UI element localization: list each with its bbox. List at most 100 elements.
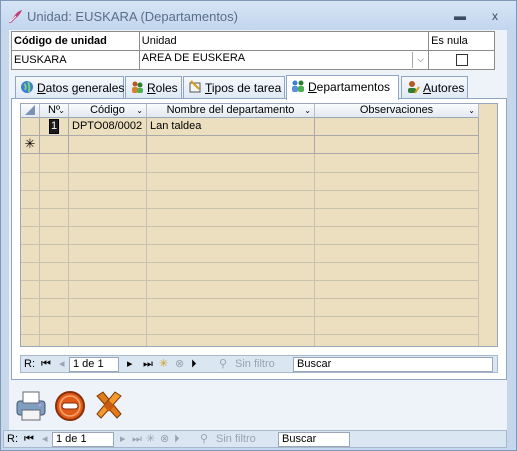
tools-icon <box>96 391 122 419</box>
search-input[interactable]: Buscar <box>278 432 350 447</box>
col-header-code[interactable]: Código ⌄ <box>69 104 147 118</box>
is-null-checkbox[interactable] <box>455 54 468 67</box>
sort-icon: ⌄ <box>304 106 311 115</box>
remove-button[interactable] <box>52 388 88 424</box>
departments-panel: Nº ⌄ Código ⌄ Nombre del departamento ⌄ Obs… <box>11 98 507 380</box>
row-num-value: 1 <box>48 119 60 134</box>
title-bar[interactable]: Unidad: EUSKARA (Departamentos) ▬ x <box>1 1 516 30</box>
new-row-cell[interactable] <box>147 136 315 154</box>
print-button[interactable] <box>13 388 49 424</box>
filter-label[interactable]: Sin filtro <box>235 356 275 372</box>
table-row-notes[interactable] <box>315 118 479 136</box>
tab-label: Tipos de tarea <box>205 81 282 95</box>
select-all-corner[interactable] <box>21 104 40 118</box>
col-header-label: Nombre del departamento <box>166 104 295 116</box>
unit-select[interactable]: AREA DE EUSKERA ⌵ <box>138 50 430 70</box>
first-record-icon[interactable]: ⏮ <box>24 431 34 447</box>
quill-icon <box>9 10 22 23</box>
grid-line <box>21 172 479 173</box>
delete-record-icon[interactable]: ⊗ <box>160 431 169 447</box>
departments-icon <box>292 80 304 92</box>
chevron-down-icon[interactable]: ⌵ <box>412 52 428 68</box>
form-record-navigator: R: ⏮ ◂ 1 de 1 ▸ ⏭ ✳ ⊗ ⏵ ⚲ Sin filtro Bus… <box>3 430 507 448</box>
minimize-button[interactable]: ▬ <box>447 7 473 25</box>
col-header-name[interactable]: Nombre del departamento ⌄ <box>147 104 315 118</box>
tab-label: Autores <box>423 81 465 95</box>
table-row-num[interactable]: 1 <box>40 118 69 136</box>
grid-line <box>21 334 479 335</box>
first-record-icon[interactable]: ⏮ <box>41 356 51 372</box>
tools-button[interactable] <box>91 388 127 424</box>
tab-label: Roles <box>147 81 178 95</box>
new-record-icon[interactable]: ✳ <box>146 431 155 447</box>
prev-record-icon[interactable]: ◂ <box>42 431 48 447</box>
filter-label[interactable]: Sin filtro <box>216 431 256 447</box>
tab-label: Departamentos <box>308 80 391 94</box>
tab-label: Datos generales <box>37 81 125 95</box>
table-row-code[interactable]: DPTO08/0002 <box>69 118 147 136</box>
row-selector[interactable] <box>21 118 40 136</box>
unit-select-value: AREA DE EUSKERA <box>141 52 246 64</box>
grid-line <box>21 298 479 299</box>
sort-icon: ⌄ <box>468 106 475 115</box>
tab-roles[interactable]: Roles <box>125 76 182 98</box>
grid-line <box>21 244 479 245</box>
unit-code-field[interactable]: EUSKARA <box>11 50 140 70</box>
tab-tipos-de-tarea[interactable]: Tipos de tarea <box>183 76 285 98</box>
grid-line <box>21 208 479 209</box>
col-unit-header: Unidad <box>138 31 430 51</box>
author-icon <box>408 81 420 94</box>
col-null-header: Es nula <box>428 31 495 51</box>
app-window: Unidad: EUSKARA (Departamentos) ▬ x Códi… <box>0 0 517 451</box>
tab-datos-generales[interactable]: Datos generales <box>15 76 124 98</box>
tab-departamentos[interactable]: Departamentos <box>286 75 399 100</box>
grid-line <box>21 280 479 281</box>
col-header-label: Observaciones <box>359 104 434 116</box>
globe-icon <box>21 81 33 93</box>
grid-record-navigator: R: ⏮ ◂ 1 de 1 ▸ ⏭ ✳ ⊗ ⏵ ⚲ Sin filtro Bus… <box>20 355 498 373</box>
printer-icon <box>16 391 46 421</box>
departments-grid: Nº ⌄ Código ⌄ Nombre del departamento ⌄ Obs… <box>20 103 498 347</box>
grid-line <box>21 190 479 191</box>
record-position-field[interactable]: 1 de 1 <box>69 357 119 372</box>
delete-record-icon[interactable]: ⊗ <box>175 356 184 372</box>
grid-line <box>21 316 479 317</box>
next-record-icon[interactable]: ▸ <box>127 356 133 372</box>
people-icon <box>132 81 143 93</box>
grid-line <box>21 262 479 263</box>
next-record-icon[interactable]: ▸ <box>120 431 126 447</box>
tab-strip: Datos generales Roles Tipos de tarea Dep… <box>15 75 505 100</box>
tab-autores[interactable]: Autores <box>401 76 468 98</box>
new-row-cell[interactable] <box>69 136 147 154</box>
window-title: Unidad: EUSKARA (Departamentos) <box>27 9 238 24</box>
close-button[interactable]: x <box>482 7 508 25</box>
last-new-icon[interactable]: ⏵ <box>191 356 197 372</box>
filter-icon[interactable]: ⚲ <box>219 356 227 372</box>
filter-icon[interactable]: ⚲ <box>200 431 208 447</box>
new-row-cell[interactable] <box>315 136 479 154</box>
task-icon <box>189 80 201 93</box>
col-header-notes[interactable]: Observaciones ⌄ <box>315 104 479 118</box>
record-position-field[interactable]: 1 de 1 <box>52 432 114 447</box>
prev-record-icon[interactable]: ◂ <box>59 356 65 372</box>
minus-circle-icon <box>55 391 85 421</box>
col-header-num[interactable]: Nº ⌄ <box>40 104 69 118</box>
is-null-cell <box>428 50 495 70</box>
corner-icon <box>25 105 35 115</box>
new-record-icon[interactable]: ✳ <box>159 356 168 372</box>
new-row-icon[interactable]: ✳ <box>21 136 40 154</box>
last-record-icon[interactable]: ⏭ <box>143 356 153 372</box>
unit-header-table: Código de unidad Unidad Es nula EUSKARA … <box>11 31 495 70</box>
table-row-name[interactable]: Lan taldea <box>147 118 315 136</box>
last-new-icon[interactable]: ⏵ <box>174 431 180 447</box>
record-label: R: <box>7 433 18 445</box>
col-code-header: Código de unidad <box>11 31 140 51</box>
sort-icon: ⌄ <box>136 106 143 115</box>
record-label: R: <box>24 358 35 370</box>
sort-icon: ⌄ <box>58 106 65 115</box>
last-record-icon[interactable]: ⏭ <box>132 431 142 447</box>
search-input[interactable]: Buscar <box>293 357 493 372</box>
grid-line <box>21 226 479 227</box>
col-header-label: Código <box>90 104 125 116</box>
new-row-cell[interactable] <box>40 136 69 154</box>
